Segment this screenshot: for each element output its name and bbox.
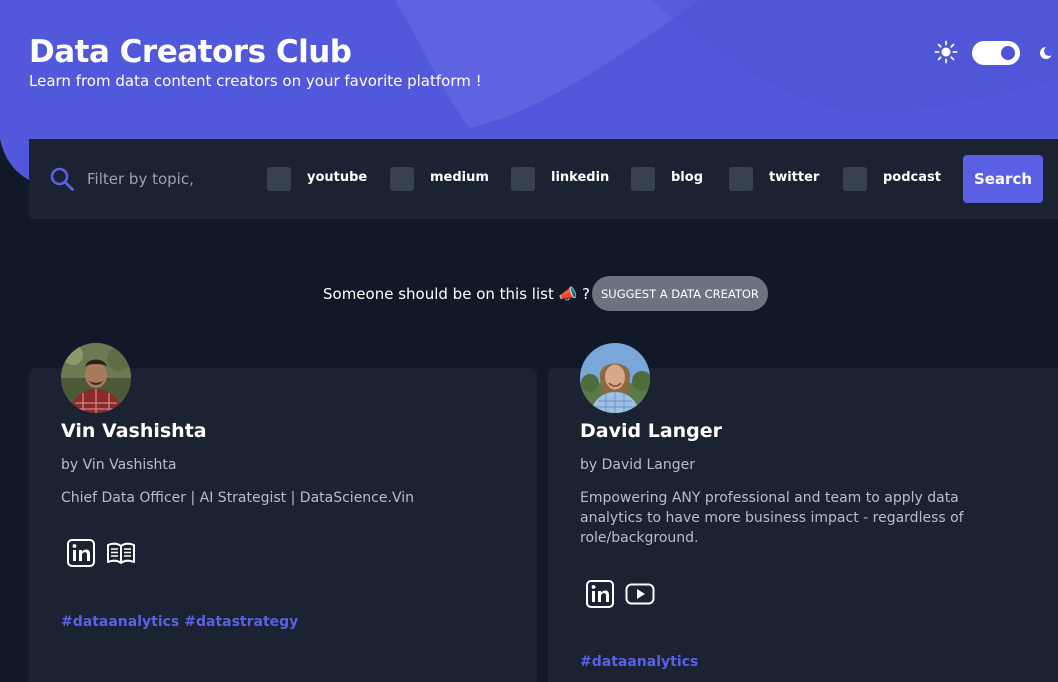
podcast-checkbox-label[interactable]: podcast xyxy=(883,170,941,185)
tag-link[interactable]: #dataanalytics xyxy=(580,654,698,670)
linkedin-checkbox[interactable] xyxy=(511,167,535,191)
medium-checkbox[interactable] xyxy=(390,167,414,191)
page-title: Data Creators Club xyxy=(29,34,352,70)
creator-name[interactable]: Vin Vashishta xyxy=(61,420,207,442)
twitter-checkbox-label[interactable]: twitter xyxy=(769,170,819,185)
creator-name[interactable]: David Langer xyxy=(580,420,722,442)
creator-card: Vin Vashishta by Vin Vashishta Chief Dat… xyxy=(29,343,537,682)
filter-bar: youtube medium linkedin blog twitter pod… xyxy=(29,139,1058,219)
topic-filter-input[interactable] xyxy=(87,165,227,193)
creator-card: David Langer by David Langer Empowering … xyxy=(548,343,1058,682)
sun-icon xyxy=(934,40,958,64)
moon-icon xyxy=(1040,46,1054,59)
youtube-checkbox-label[interactable]: youtube xyxy=(307,170,367,185)
suggest-text: Someone should be on this list 📣 ? xyxy=(323,284,590,303)
suggest-creator-button[interactable]: SUGGEST A DATA CREATOR xyxy=(592,276,768,311)
creator-description: Chief Data Officer | AI Strategist | Dat… xyxy=(61,490,414,506)
youtube-checkbox[interactable] xyxy=(267,167,291,191)
platform-icons xyxy=(585,579,655,609)
theme-toggle[interactable] xyxy=(972,41,1020,65)
tag-link[interactable]: #dataanalytics xyxy=(61,614,179,630)
tag-list: #dataanalytics #datastrategy xyxy=(61,614,303,630)
creator-byline: by David Langer xyxy=(580,457,696,473)
page-subtitle: Learn from data content creators on your… xyxy=(29,72,482,90)
tag-link[interactable]: #datastrategy xyxy=(184,614,298,630)
suggest-row: Someone should be on this list 📣 ? SUGGE… xyxy=(323,276,768,311)
blog-icon[interactable] xyxy=(106,538,136,568)
blog-checkbox[interactable] xyxy=(631,167,655,191)
podcast-checkbox[interactable] xyxy=(843,167,867,191)
platform-icons xyxy=(66,538,136,568)
tag-list: #dataanalytics xyxy=(580,654,703,670)
blog-checkbox-label[interactable]: blog xyxy=(671,170,703,185)
twitter-checkbox[interactable] xyxy=(729,167,753,191)
search-icon xyxy=(50,167,74,191)
creator-description: Empowering ANY professional and team to … xyxy=(580,490,964,546)
linkedin-icon[interactable] xyxy=(66,538,96,568)
youtube-icon[interactable] xyxy=(625,579,655,609)
medium-checkbox-label[interactable]: medium xyxy=(430,170,489,185)
creator-byline: by Vin Vashishta xyxy=(61,457,177,473)
linkedin-checkbox-label[interactable]: linkedin xyxy=(551,170,609,185)
avatar xyxy=(61,343,131,413)
avatar xyxy=(580,343,650,413)
toggle-knob xyxy=(1001,46,1015,60)
linkedin-icon[interactable] xyxy=(585,579,615,609)
search-button[interactable]: Search xyxy=(963,155,1043,203)
